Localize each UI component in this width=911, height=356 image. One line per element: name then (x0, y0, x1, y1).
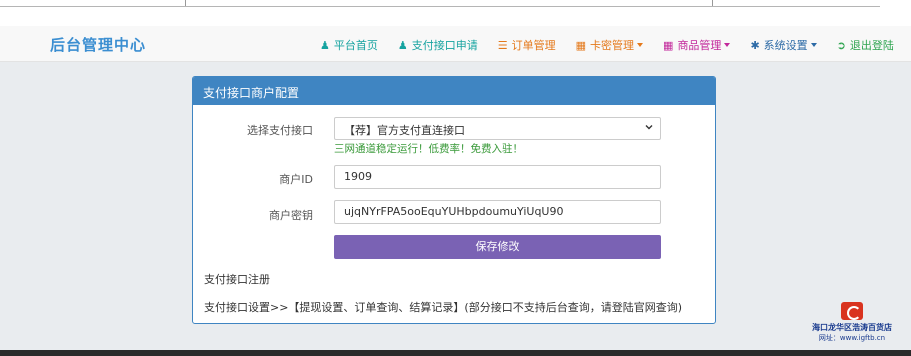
merchant-config-panel: 支付接口商户配置 选择支付接口 【荐】官方支付直连接口 三网通道稳定运行！低费率… (192, 76, 716, 324)
select-label: 选择支付接口 (247, 124, 313, 137)
watermark-badge: 海口龙华区浩涛百货店 网址：www.igftb.cn (800, 302, 904, 343)
nav-home[interactable]: ♟ 平台首页 (320, 37, 378, 53)
top-navbar: 后台管理中心 ♟ 平台首页 ♟ 支付接口申请 ☰ 订单管理 ▦ 卡密管理 ▦ 商… (0, 26, 911, 62)
user-icon: ♟ (320, 38, 330, 52)
nav-pay-apply[interactable]: ♟ 支付接口申请 (398, 37, 478, 53)
top-divider (0, 6, 880, 7)
payment-interface-select[interactable]: 【荐】官方支付直连接口 (334, 117, 661, 140)
merchant-id-label: 商户ID (279, 173, 313, 186)
nav-menu: ♟ 平台首页 ♟ 支付接口申请 ☰ 订单管理 ▦ 卡密管理 ▦ 商品管理 ✱ 系… (320, 37, 894, 53)
merchant-key-value: ujqNYrFPA5ooEquYUHbpdoumuYiUqU90 (344, 205, 564, 218)
nav-products[interactable]: ▦ 商品管理 (663, 37, 731, 53)
nav-logout-label: 退出登陆 (849, 39, 894, 52)
watermark-name: 海口龙华区浩涛百货店 (812, 323, 892, 332)
nav-cards-label: 卡密管理 (590, 39, 635, 52)
gear-icon: ✱ (750, 38, 760, 52)
nav-logout[interactable]: ➲ 退出登陆 (837, 37, 894, 53)
list-alt-icon: ▦ (575, 38, 587, 52)
nav-orders-label: 订单管理 (511, 39, 556, 52)
dropdown-caret-icon (724, 43, 731, 47)
list-icon: ☰ (497, 38, 508, 52)
nav-pay-apply-label: 支付接口申请 (411, 39, 478, 52)
register-link[interactable]: 支付接口注册 (204, 271, 270, 287)
user-icon: ♟ (397, 38, 408, 52)
chevron-down-icon (645, 125, 653, 130)
brand-title[interactable]: 后台管理中心 (50, 34, 146, 55)
merchant-key-label: 商户密钥 (269, 209, 313, 222)
top-strip (0, 0, 911, 26)
dropdown-caret-icon (637, 43, 644, 47)
shop-logo-icon (841, 302, 863, 320)
merchant-id-value: 1909 (344, 170, 372, 183)
settings-line: 支付接口设置>>【提现设置、订单查询、结算记录】(部分接口不支持后台查询，请登陆… (204, 301, 683, 314)
bottom-bar (0, 350, 911, 356)
promo-hint: 三网通道稳定运行！低费率！免费入驻！ (334, 143, 523, 155)
dropdown-caret-icon (810, 43, 817, 47)
nav-orders[interactable]: ☰ 订单管理 (498, 37, 556, 53)
merchant-id-input[interactable]: 1909 (334, 165, 661, 189)
nav-system-label: 系统设置 (763, 39, 808, 52)
save-button[interactable]: 保存修改 (334, 235, 661, 259)
select-value: 【荐】官方支付直连接口 (344, 124, 465, 137)
top-divider-tick (185, 0, 186, 6)
nav-home-label: 平台首页 (333, 39, 378, 52)
watermark-url: 网址：www.igftb.cn (818, 334, 886, 342)
nav-products-label: 商品管理 (677, 39, 722, 52)
logout-icon: ➲ (836, 38, 846, 52)
merchant-key-input[interactable]: ujqNYrFPA5ooEquYUHbpdoumuYiUqU90 (334, 200, 661, 224)
nav-cards[interactable]: ▦ 卡密管理 (575, 37, 644, 53)
list-alt-icon: ▦ (663, 38, 674, 52)
top-divider-tick (712, 0, 713, 6)
panel-title: 支付接口商户配置 (193, 77, 715, 105)
nav-system[interactable]: ✱ 系统设置 (750, 37, 817, 53)
